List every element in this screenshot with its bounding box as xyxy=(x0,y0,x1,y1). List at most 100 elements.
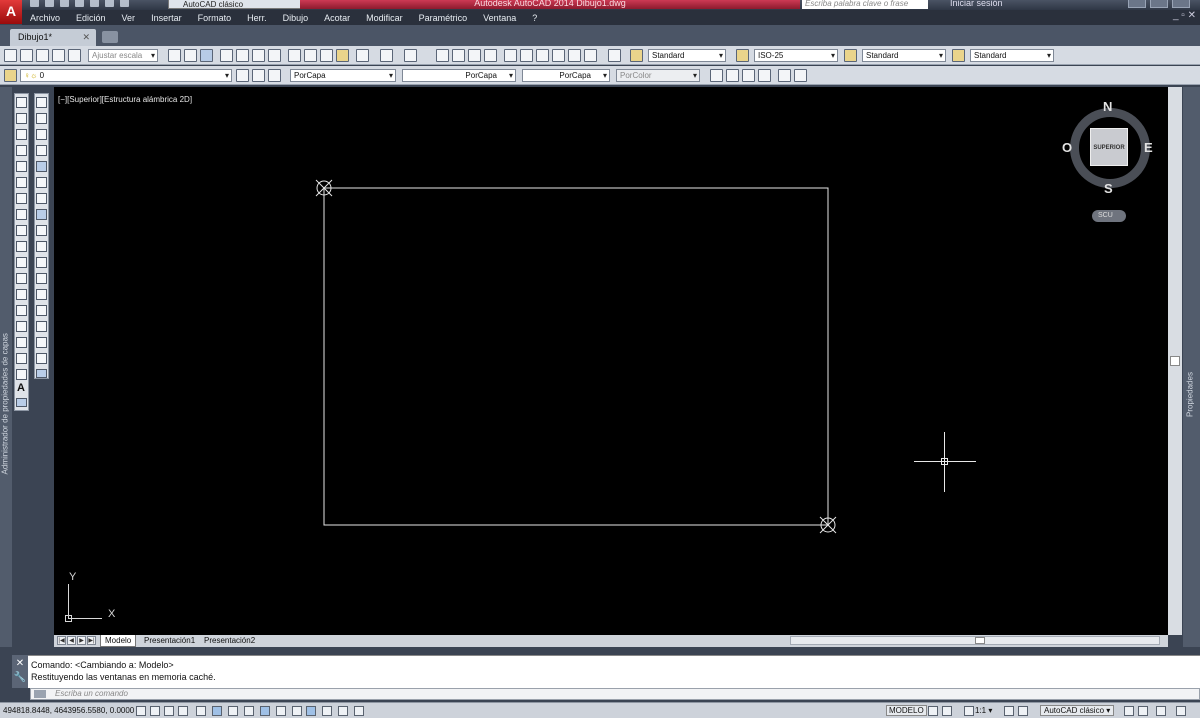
tab-modelo[interactable]: Modelo xyxy=(100,635,137,647)
sheet-set-icon[interactable] xyxy=(552,49,565,62)
menu-item-ventana[interactable]: Ventana xyxy=(475,13,524,23)
markup-icon[interactable] xyxy=(568,49,581,62)
plot-icon[interactable] xyxy=(220,49,233,62)
login-button[interactable]: Iniciar sesión xyxy=(950,0,1003,8)
calculator-icon[interactable] xyxy=(584,49,597,62)
new-file-icon[interactable] xyxy=(30,0,39,7)
gradient-icon[interactable] xyxy=(16,337,27,348)
hatch-icon[interactable] xyxy=(16,321,27,332)
clean-screen-icon[interactable] xyxy=(1176,706,1186,716)
viewcube-top-face[interactable]: SUPERIOR xyxy=(1090,128,1128,166)
layer-state-icon[interactable] xyxy=(268,69,281,82)
quick-view-layouts-icon[interactable] xyxy=(928,706,938,716)
menu-item-paramétrico[interactable]: Paramétrico xyxy=(411,13,476,23)
convert-icon[interactable] xyxy=(52,49,65,62)
make-block-icon[interactable] xyxy=(16,289,27,300)
object-snap-icon[interactable] xyxy=(212,706,222,716)
dim-style-dropdown[interactable]: ISO-25 xyxy=(754,49,838,62)
table-style-icon[interactable] xyxy=(844,49,857,62)
explode-icon[interactable] xyxy=(36,369,47,378)
ellipse-icon[interactable] xyxy=(16,241,27,252)
menu-item-formato[interactable]: Formato xyxy=(190,13,240,23)
snap-mode-icon[interactable] xyxy=(150,706,160,716)
menu-item-ver[interactable]: Ver xyxy=(114,13,144,23)
redo-icon[interactable] xyxy=(404,49,417,62)
ortho-mode-icon[interactable] xyxy=(178,706,188,716)
lineweight-dropdown[interactable]: PorCapa xyxy=(522,69,610,82)
mirror-icon[interactable] xyxy=(36,129,47,140)
fillet-icon[interactable] xyxy=(36,337,47,348)
customize-wrench-icon[interactable]: 🔧 xyxy=(12,672,28,683)
menu-item-edición[interactable]: Edición xyxy=(68,13,114,23)
document-controls[interactable]: _ ▫ ✕ xyxy=(1173,10,1196,21)
tool-palettes-icon[interactable] xyxy=(536,49,549,62)
menu-item-dibujo[interactable]: Dibujo xyxy=(275,13,317,23)
cut-icon[interactable] xyxy=(288,49,301,62)
horizontal-scroll-thumb[interactable] xyxy=(975,637,985,644)
tab-dibujo1[interactable]: Dibujo1* ✕ xyxy=(10,29,96,46)
chamfer-icon[interactable] xyxy=(36,321,47,332)
join-icon[interactable] xyxy=(36,305,47,316)
break-icon[interactable] xyxy=(36,289,47,300)
copy-object-icon[interactable] xyxy=(36,113,47,124)
break-at-point-icon[interactable] xyxy=(36,273,47,284)
save-as-icon[interactable] xyxy=(75,0,84,7)
close-command-icon[interactable]: ✕ xyxy=(12,658,28,669)
ucs-menu-button[interactable]: SCU xyxy=(1092,210,1126,222)
pan-icon[interactable] xyxy=(436,49,449,62)
scale-icon[interactable] xyxy=(68,49,81,62)
circle-icon[interactable] xyxy=(16,193,27,204)
app-logo-icon[interactable]: A xyxy=(0,0,22,24)
clip-icon[interactable] xyxy=(36,49,49,62)
next-layout-icon[interactable]: ▶ xyxy=(77,636,86,645)
cursor-coordinates[interactable]: 494818.8448, 4643956.5580, 0.0000 xyxy=(3,706,134,715)
viewcube-west[interactable]: O xyxy=(1062,140,1072,155)
menu-item-archivo[interactable]: Archivo xyxy=(22,13,68,23)
polar-tracking-icon[interactable] xyxy=(196,706,206,716)
maximize-button[interactable] xyxy=(1150,0,1168,8)
erase-icon[interactable] xyxy=(36,97,47,108)
quick-properties-icon[interactable] xyxy=(322,706,332,716)
viewcube-east[interactable]: E xyxy=(1144,140,1153,155)
make-current-icon[interactable] xyxy=(236,69,249,82)
open-file-icon[interactable] xyxy=(45,0,54,7)
prev-layout-icon[interactable]: ◀ xyxy=(67,636,76,645)
mleader-style-dropdown[interactable]: Standard xyxy=(970,49,1054,62)
move-icon[interactable] xyxy=(36,177,47,188)
copy-icon[interactable] xyxy=(304,49,317,62)
table-icon[interactable] xyxy=(16,369,27,380)
annotation-scale-dropdown[interactable]: 1:1 ▾ xyxy=(975,706,992,715)
vertical-scroll-thumb[interactable] xyxy=(1170,356,1180,366)
bring-front-icon[interactable] xyxy=(710,69,723,82)
point-icon[interactable] xyxy=(16,305,27,316)
arc-icon[interactable] xyxy=(16,177,27,188)
layer-dropdown[interactable]: ♀☼ 0 xyxy=(20,69,232,82)
multiline-text-icon[interactable]: A xyxy=(17,382,25,394)
viewcube-south[interactable]: S xyxy=(1104,181,1113,196)
open-icon[interactable] xyxy=(184,49,197,62)
mleader-style-icon[interactable] xyxy=(952,49,965,62)
tab-presentacion1[interactable]: Presentación1 xyxy=(140,635,199,647)
line-icon[interactable] xyxy=(16,97,27,108)
polygon-icon[interactable] xyxy=(16,145,27,156)
text-style-icon[interactable] xyxy=(630,49,643,62)
workspace-dropdown[interactable]: AutoCAD clásico xyxy=(168,0,304,9)
model-space-toggle[interactable]: MODELO xyxy=(886,705,927,716)
send-back-icon[interactable] xyxy=(726,69,739,82)
zoom-previous-icon[interactable] xyxy=(484,49,497,62)
blend-curves-icon[interactable] xyxy=(36,353,47,364)
new-icon[interactable] xyxy=(168,49,181,62)
menu-item-help[interactable]: ? xyxy=(524,13,545,23)
region-icon[interactable] xyxy=(16,353,27,364)
lock-ui-icon[interactable] xyxy=(1124,706,1134,716)
3d-print-icon[interactable] xyxy=(268,49,281,62)
revision-cloud-icon[interactable] xyxy=(16,209,27,220)
workspace-switch-dropdown[interactable]: AutoCAD clásico ▾ xyxy=(1040,705,1115,716)
scale-object-icon[interactable] xyxy=(36,209,47,220)
send-under-icon[interactable] xyxy=(758,69,771,82)
hardware-acceleration-icon[interactable] xyxy=(1138,706,1148,716)
table-style-dropdown[interactable]: Standard xyxy=(862,49,946,62)
drawing-canvas[interactable]: [−][Superior][Estructura alámbrica 2D] S… xyxy=(54,87,1168,635)
ellipse-arc-icon[interactable] xyxy=(16,257,27,268)
annotation-visibility-icon[interactable] xyxy=(1004,706,1014,716)
